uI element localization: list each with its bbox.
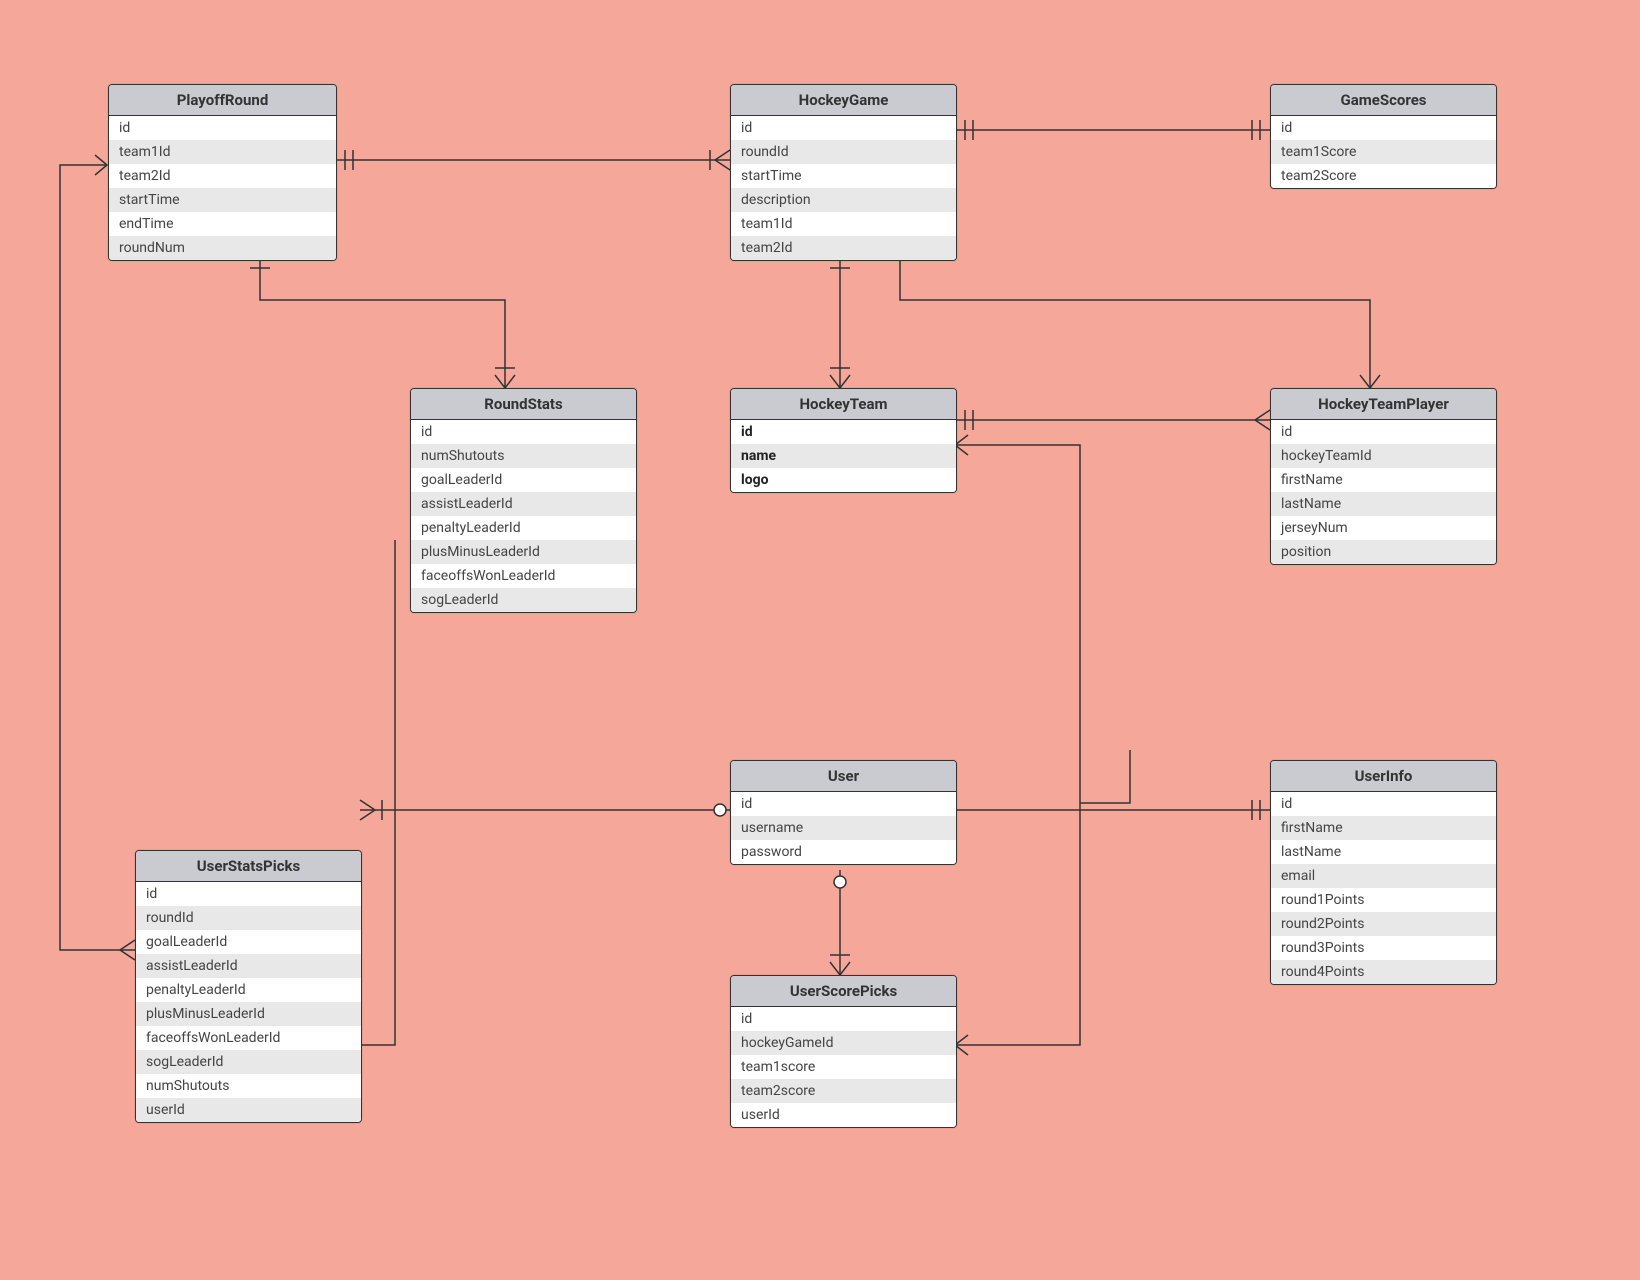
field: name: [731, 444, 956, 468]
field: id: [731, 1007, 956, 1031]
field: team2score: [731, 1079, 956, 1103]
field: hockeyGameId: [731, 1031, 956, 1055]
field: numShutouts: [411, 444, 636, 468]
field: position: [1271, 540, 1496, 564]
field: id: [411, 420, 636, 444]
field: lastName: [1271, 840, 1496, 864]
entity-playoffround: PlayoffRound id team1Id team2Id startTim…: [108, 84, 337, 261]
field: plusMinusLeaderId: [411, 540, 636, 564]
field: round4Points: [1271, 960, 1496, 984]
entity-userstatspicks: UserStatsPicks id roundId goalLeaderId a…: [135, 850, 362, 1123]
field: penaltyLeaderId: [411, 516, 636, 540]
field: faceoffsWonLeaderId: [136, 1026, 361, 1050]
field: penaltyLeaderId: [136, 978, 361, 1002]
field: team1score: [731, 1055, 956, 1079]
entity-gamescores: GameScores id team1Score team2Score: [1270, 84, 1497, 189]
field: assistLeaderId: [411, 492, 636, 516]
entity-header: User: [731, 761, 956, 792]
entity-header: HockeyTeam: [731, 389, 956, 420]
field: logo: [731, 468, 956, 492]
field: firstName: [1271, 816, 1496, 840]
field: id: [1271, 420, 1496, 444]
entity-header: RoundStats: [411, 389, 636, 420]
field: jerseyNum: [1271, 516, 1496, 540]
field: roundId: [731, 140, 956, 164]
field: id: [731, 420, 956, 444]
entity-hockeyteam: HockeyTeam id name logo: [730, 388, 957, 493]
field: lastName: [1271, 492, 1496, 516]
field: sogLeaderId: [136, 1050, 361, 1074]
entity-userinfo: UserInfo id firstName lastName email rou…: [1270, 760, 1497, 985]
field: team2Score: [1271, 164, 1496, 188]
field: roundId: [136, 906, 361, 930]
field: id: [1271, 792, 1496, 816]
entity-header: UserScorePicks: [731, 976, 956, 1007]
field: goalLeaderId: [411, 468, 636, 492]
field: userId: [136, 1098, 361, 1122]
entity-roundstats: RoundStats id numShutouts goalLeaderId a…: [410, 388, 637, 613]
field: team1Id: [731, 212, 956, 236]
field: id: [109, 116, 336, 140]
field: password: [731, 840, 956, 864]
field: id: [731, 116, 956, 140]
entity-header: UserStatsPicks: [136, 851, 361, 882]
field: email: [1271, 864, 1496, 888]
field: userId: [731, 1103, 956, 1127]
field: startTime: [731, 164, 956, 188]
field: round3Points: [1271, 936, 1496, 960]
entity-user: User id username password: [730, 760, 957, 865]
entity-userscorepicks: UserScorePicks id hockeyGameId team1scor…: [730, 975, 957, 1128]
field: goalLeaderId: [136, 930, 361, 954]
field: round2Points: [1271, 912, 1496, 936]
field: username: [731, 816, 956, 840]
field: numShutouts: [136, 1074, 361, 1098]
entity-hockeygame: HockeyGame id roundId startTime descript…: [730, 84, 957, 261]
entity-header: HockeyGame: [731, 85, 956, 116]
field: firstName: [1271, 468, 1496, 492]
field: team1Score: [1271, 140, 1496, 164]
field: description: [731, 188, 956, 212]
field: assistLeaderId: [136, 954, 361, 978]
field: id: [731, 792, 956, 816]
field: id: [1271, 116, 1496, 140]
field: startTime: [109, 188, 336, 212]
entity-header: HockeyTeamPlayer: [1271, 389, 1496, 420]
entity-header: UserInfo: [1271, 761, 1496, 792]
field: id: [136, 882, 361, 906]
entity-hockeyteamplayer: HockeyTeamPlayer id hockeyTeamId firstNa…: [1270, 388, 1497, 565]
field: hockeyTeamId: [1271, 444, 1496, 468]
field: team1Id: [109, 140, 336, 164]
field: sogLeaderId: [411, 588, 636, 612]
field: endTime: [109, 212, 336, 236]
field: roundNum: [109, 236, 336, 260]
field: team2Id: [731, 236, 956, 260]
entity-header: GameScores: [1271, 85, 1496, 116]
entity-header: PlayoffRound: [109, 85, 336, 116]
field: round1Points: [1271, 888, 1496, 912]
field: faceoffsWonLeaderId: [411, 564, 636, 588]
field: team2Id: [109, 164, 336, 188]
field: plusMinusLeaderId: [136, 1002, 361, 1026]
